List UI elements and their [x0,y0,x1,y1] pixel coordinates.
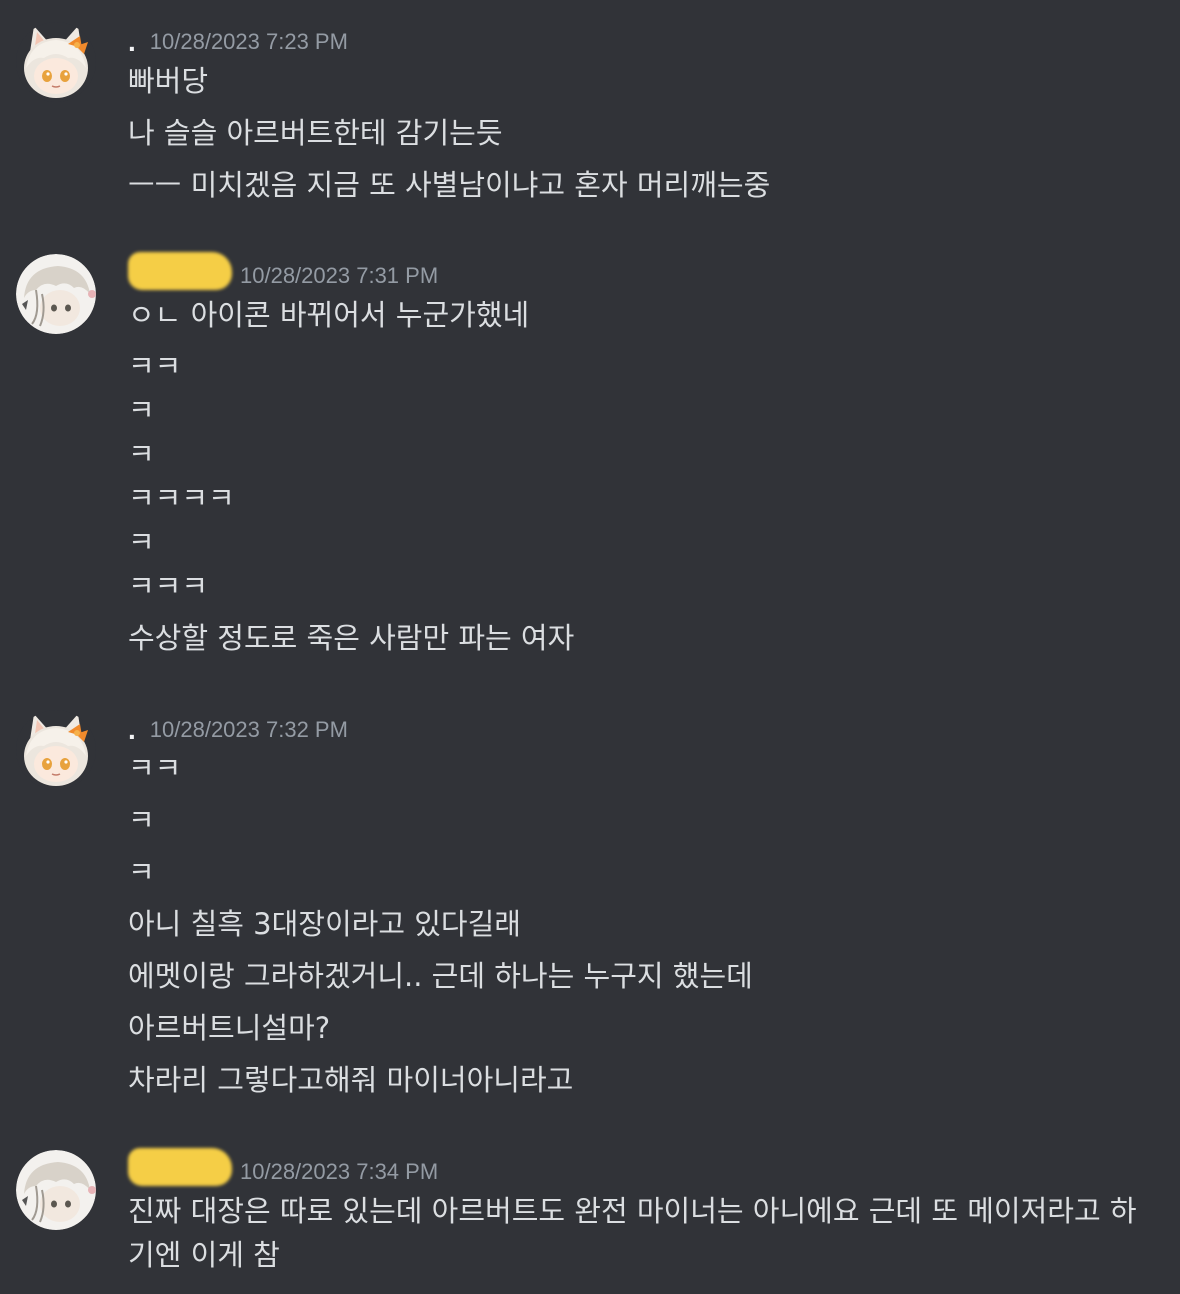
message-line: 아니 칠흑 3대장이라고 있다길래 [128,907,521,941]
timestamp[interactable]: 10/28/2023 7:31 PM [240,262,438,290]
message-line: ㅋ [128,803,155,837]
message-line: ㅋ [128,855,155,889]
fox-girl-avatar-icon[interactable] [16,710,96,790]
message-line: 빠버당 [128,64,209,98]
message-line: ㅡㅡ 미치겠음 지금 또 사별남이냐고 혼자 머리깨는중 [128,168,771,202]
timestamp[interactable]: 10/28/2023 7:32 PM [150,716,348,744]
message-header: . 10/28/2023 7:23 PM [128,24,348,58]
message-line: ㅋㅋ [128,751,182,785]
author-name-redacted [128,252,232,290]
message-line: 나 슬슬 아르버트한테 감기는듯 [128,116,503,150]
white-hair-boy-avatar-icon[interactable] [16,1150,96,1230]
message-line: 수상할 정도로 죽은 사람만 파는 여자 [128,621,575,655]
fox-girl-avatar-icon[interactable] [16,22,96,102]
message-line: ㅋ [128,393,155,427]
message-line: ㅋㅋㅋㅋ [128,481,235,515]
message-line: ㅋㅋ [128,349,182,383]
message-line: 진짜 대장은 따로 있는데 아르버트도 완전 마이너는 아니에요 근데 또 메이… [128,1194,1137,1272]
author-name[interactable]: . [128,28,136,56]
message-line: ㅋㅋㅋ [128,569,209,603]
message-line: 에멧이랑 그라하겠거니.. 근데 하나는 누구지 했는데 [128,959,753,993]
message-line: ㅋ [128,525,155,559]
message-header: 10/28/2023 7:34 PM [128,1148,438,1188]
message-line: 차라리 그렇다고해줘 마이너아니라고 [128,1063,574,1097]
timestamp[interactable]: 10/28/2023 7:34 PM [240,1158,438,1186]
message-line: 아르버트니설마? [128,1011,331,1045]
message-line: ㅇㄴ 아이콘 바뀌어서 누군가했네 [128,298,530,332]
author-name[interactable]: . [128,716,136,744]
timestamp[interactable]: 10/28/2023 7:23 PM [150,28,348,56]
author-name-redacted [128,1148,232,1186]
message-header: . 10/28/2023 7:32 PM [128,712,348,746]
message-header: 10/28/2023 7:31 PM [128,252,438,292]
message-line: ㅋ [128,437,155,471]
white-hair-boy-avatar-icon[interactable] [16,254,96,334]
